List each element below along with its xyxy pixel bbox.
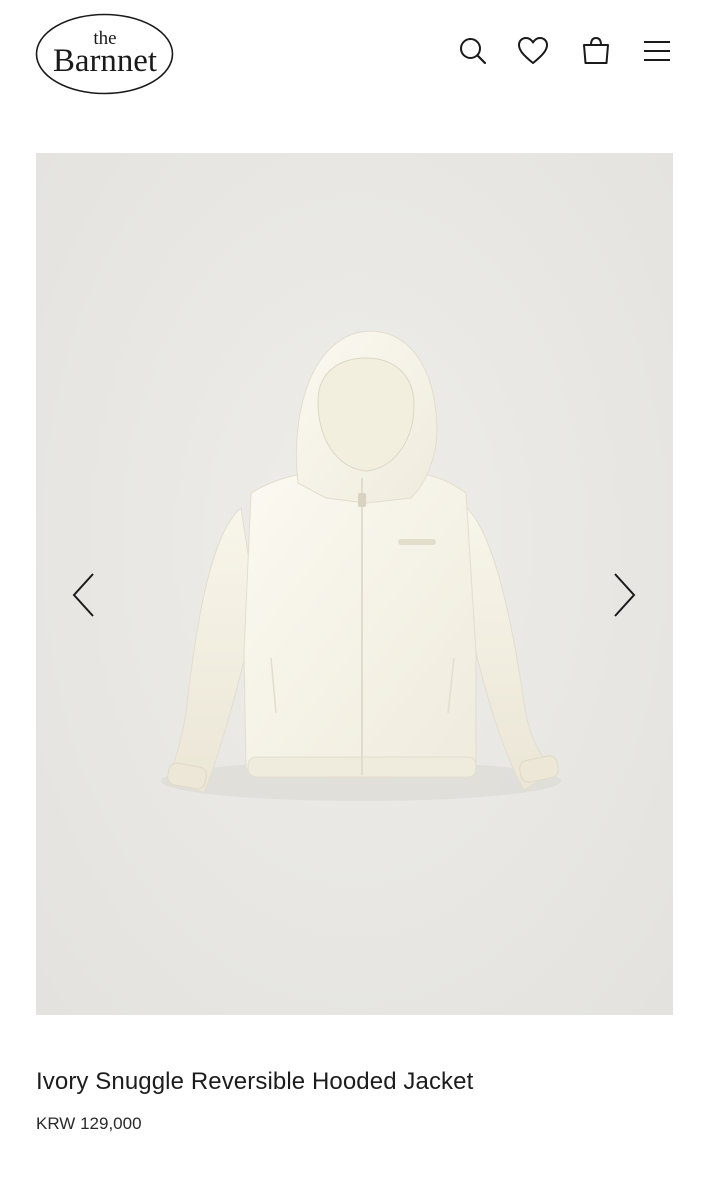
next-image-button[interactable] (604, 571, 644, 619)
menu-icon (644, 41, 670, 61)
product-price: KRW 129,000 (36, 1114, 142, 1133)
chevron-left-icon (72, 573, 94, 617)
wishlist-button[interactable] (516, 34, 550, 68)
search-button[interactable] (456, 34, 490, 68)
heart-icon (518, 37, 548, 64)
product-image-gallery[interactable] (36, 153, 673, 1015)
search-icon (460, 38, 487, 65)
menu-button[interactable] (640, 34, 674, 68)
chevron-right-icon (614, 573, 636, 617)
logo-text-barnnet: Barnnet (53, 43, 157, 79)
cart-button[interactable] (579, 34, 613, 68)
brand-logo[interactable]: the Barnnet (35, 13, 174, 95)
shopping-bag-icon (583, 36, 609, 64)
product-title: Ivory Snuggle Reversible Hooded Jacket (36, 1068, 474, 1095)
site-header: the Barnnet (0, 0, 709, 110)
previous-image-button[interactable] (64, 571, 104, 619)
product-image (161, 330, 561, 801)
